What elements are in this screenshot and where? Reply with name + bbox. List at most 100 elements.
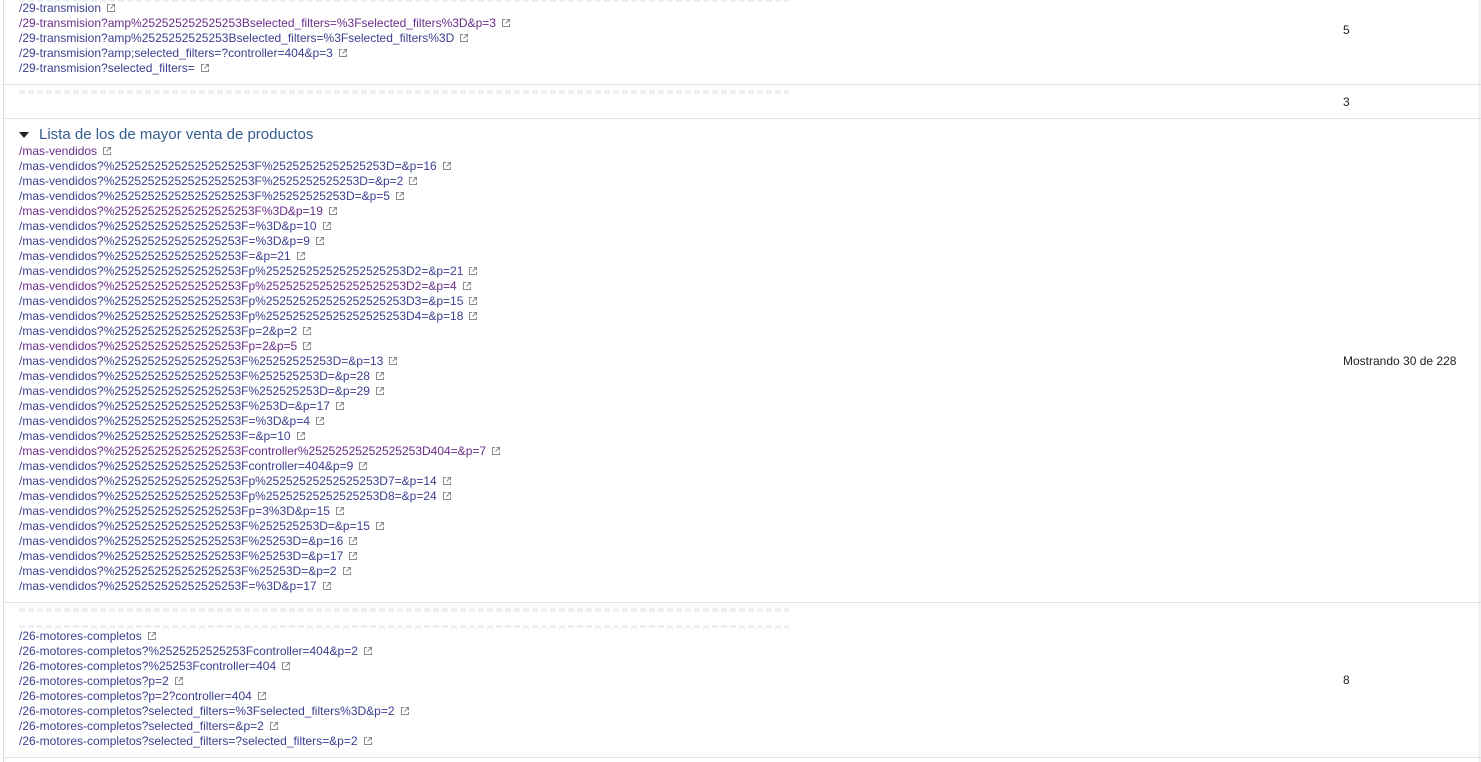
- external-link-icon[interactable]: [491, 446, 501, 456]
- external-link-icon[interactable]: [408, 176, 418, 186]
- external-link-icon[interactable]: [200, 63, 210, 73]
- url-link[interactable]: /29-transmision: [19, 1, 511, 16]
- url-link[interactable]: /mas-vendidos?%2525252525252525253Fp%252…: [19, 474, 501, 489]
- url-count-summary: Mostrando 30 de 228: [1343, 354, 1457, 368]
- external-link-icon[interactable]: [468, 311, 478, 321]
- external-link-icon[interactable]: [342, 566, 352, 576]
- external-link-icon[interactable]: [322, 581, 332, 591]
- external-link-icon[interactable]: [302, 326, 312, 336]
- url-link[interactable]: /mas-vendidos?%2525252525252525253F%2525…: [19, 384, 501, 399]
- url-link[interactable]: /mas-vendidos?%2525252525252525253F%2525…: [19, 534, 501, 549]
- url-count: 5: [1343, 23, 1350, 37]
- external-link-icon[interactable]: [315, 416, 325, 426]
- external-link-icon[interactable]: [147, 631, 157, 641]
- url-link[interactable]: /mas-vendidos?%2525252525252525253F=&p=1…: [19, 429, 501, 444]
- external-link-icon[interactable]: [269, 721, 279, 731]
- external-link-icon[interactable]: [102, 146, 112, 156]
- url-link[interactable]: /26-motores-completos?%25253Fcontroller=…: [19, 659, 410, 674]
- url-link[interactable]: /mas-vendidos?%2525252525252525253F%2525…: [19, 519, 501, 534]
- url-link[interactable]: /mas-vendidos?%2525252525252525253F=%3D&…: [19, 414, 501, 429]
- external-link-icon[interactable]: [395, 191, 405, 201]
- url-link[interactable]: /mas-vendidos?%2525252525252525253F%2525…: [19, 564, 501, 579]
- external-link-icon[interactable]: [348, 551, 358, 561]
- url-link[interactable]: /26-motores-completos?p=2: [19, 674, 410, 689]
- external-link-icon[interactable]: [335, 506, 345, 516]
- table-left-border: [3, 0, 4, 762]
- url-link[interactable]: /mas-vendidos?%252525252525252525253F%25…: [19, 189, 501, 204]
- url-link[interactable]: /mas-vendidos?%2525252525252525253Fp%252…: [19, 294, 501, 309]
- external-link-icon[interactable]: [363, 646, 373, 656]
- external-link-icon[interactable]: [358, 461, 368, 471]
- url-link[interactable]: /26-motores-completos?p=2?controller=404: [19, 689, 410, 704]
- external-link-icon[interactable]: [322, 221, 332, 231]
- external-link-icon[interactable]: [468, 296, 478, 306]
- external-link-icon[interactable]: [257, 691, 267, 701]
- external-link-icon[interactable]: [501, 18, 511, 28]
- url-link[interactable]: /mas-vendidos?%252525252525252525253F%25…: [19, 159, 501, 174]
- url-link[interactable]: /mas-vendidos?%2525252525252525253F%2525…: [19, 369, 501, 384]
- url-count: 3: [1343, 95, 1350, 109]
- external-link-icon[interactable]: [462, 281, 472, 291]
- url-link[interactable]: /26-motores-completos?selected_filters=&…: [19, 719, 410, 734]
- url-link[interactable]: /mas-vendidos?%2525252525252525253Fp%252…: [19, 279, 501, 294]
- faded-row-text: [19, 90, 789, 94]
- external-link-icon[interactable]: [442, 161, 452, 171]
- external-link-icon[interactable]: [335, 401, 345, 411]
- faded-row-text: [19, 608, 789, 612]
- url-link[interactable]: /29-transmision?amp;selected_filters=?co…: [19, 46, 511, 61]
- external-link-icon[interactable]: [296, 251, 306, 261]
- url-link[interactable]: /mas-vendidos?%2525252525252525253F=&p=2…: [19, 249, 501, 264]
- group-toggle[interactable]: Lista de los de mayor venta de productos: [19, 126, 313, 144]
- external-link-icon[interactable]: [400, 706, 410, 716]
- url-link[interactable]: /mas-vendidos?%2525252525252525253Fp=3%3…: [19, 504, 501, 519]
- external-link-icon[interactable]: [302, 341, 312, 351]
- url-link[interactable]: /mas-vendidos?%2525252525252525253Fp%252…: [19, 309, 501, 324]
- url-link[interactable]: /mas-vendidos?%2525252525252525253F%253D…: [19, 399, 501, 414]
- external-link-icon[interactable]: [174, 676, 184, 686]
- row-divider: [3, 602, 1481, 603]
- url-link[interactable]: /mas-vendidos?%2525252525252525253F=%3D&…: [19, 219, 501, 234]
- row-divider: [3, 84, 1481, 85]
- external-link-icon[interactable]: [468, 266, 478, 276]
- url-link[interactable]: /mas-vendidos: [19, 144, 501, 159]
- external-link-icon[interactable]: [348, 536, 358, 546]
- url-link[interactable]: /mas-vendidos?%2525252525252525253Fcontr…: [19, 459, 501, 474]
- external-link-icon[interactable]: [375, 371, 385, 381]
- url-link[interactable]: /mas-vendidos?%2525252525252525253Fcontr…: [19, 444, 501, 459]
- url-link[interactable]: /mas-vendidos?%252525252525252525253F%25…: [19, 174, 501, 189]
- link-list-transmision: /29-transmision /29-transmision?amp%2525…: [19, 1, 511, 76]
- external-link-icon[interactable]: [388, 356, 398, 366]
- url-link[interactable]: /29-transmision?amp%2525252525253Bselect…: [19, 31, 511, 46]
- external-link-icon[interactable]: [375, 521, 385, 531]
- url-link[interactable]: /mas-vendidos?%2525252525252525253Fp=2&p…: [19, 324, 501, 339]
- url-link[interactable]: /29-transmision?selected_filters=: [19, 61, 511, 76]
- url-link[interactable]: /mas-vendidos?%2525252525252525253F%2525…: [19, 549, 501, 564]
- url-link[interactable]: /26-motores-completos?selected_filters=%…: [19, 704, 410, 719]
- url-link[interactable]: /mas-vendidos?%2525252525252525253F%2525…: [19, 354, 501, 369]
- row-divider: [3, 118, 1481, 119]
- external-link-icon[interactable]: [442, 476, 452, 486]
- external-link-icon[interactable]: [328, 206, 338, 216]
- url-link[interactable]: /mas-vendidos?%252525252525252525253F%3D…: [19, 204, 501, 219]
- group-title: Lista de los de mayor venta de productos: [39, 126, 314, 143]
- url-link[interactable]: /26-motores-completos?%2525252525253Fcon…: [19, 644, 410, 659]
- url-link[interactable]: /mas-vendidos?%2525252525252525253F=%3D&…: [19, 234, 501, 249]
- url-link[interactable]: /mas-vendidos?%2525252525252525253Fp=2&p…: [19, 339, 501, 354]
- external-link-icon[interactable]: [106, 3, 116, 13]
- external-link-icon[interactable]: [315, 236, 325, 246]
- link-list-mas-vendidos: /mas-vendidos /mas-vendidos?%25252525252…: [19, 144, 501, 594]
- external-link-icon[interactable]: [338, 48, 348, 58]
- url-link[interactable]: /26-motores-completos: [19, 629, 410, 644]
- external-link-icon[interactable]: [459, 33, 469, 43]
- url-link[interactable]: /26-motores-completos?selected_filters=?…: [19, 734, 410, 749]
- external-link-icon[interactable]: [375, 386, 385, 396]
- url-link[interactable]: /mas-vendidos?%2525252525252525253Fp%252…: [19, 264, 501, 279]
- url-link[interactable]: /mas-vendidos?%2525252525252525253F=%3D&…: [19, 579, 501, 594]
- url-link[interactable]: /29-transmision?amp%252525252525253Bsele…: [19, 16, 511, 31]
- row-divider: [3, 757, 1481, 758]
- external-link-icon[interactable]: [363, 736, 373, 746]
- url-link[interactable]: /mas-vendidos?%2525252525252525253Fp%252…: [19, 489, 501, 504]
- external-link-icon[interactable]: [296, 431, 306, 441]
- external-link-icon[interactable]: [281, 661, 291, 671]
- external-link-icon[interactable]: [442, 491, 452, 501]
